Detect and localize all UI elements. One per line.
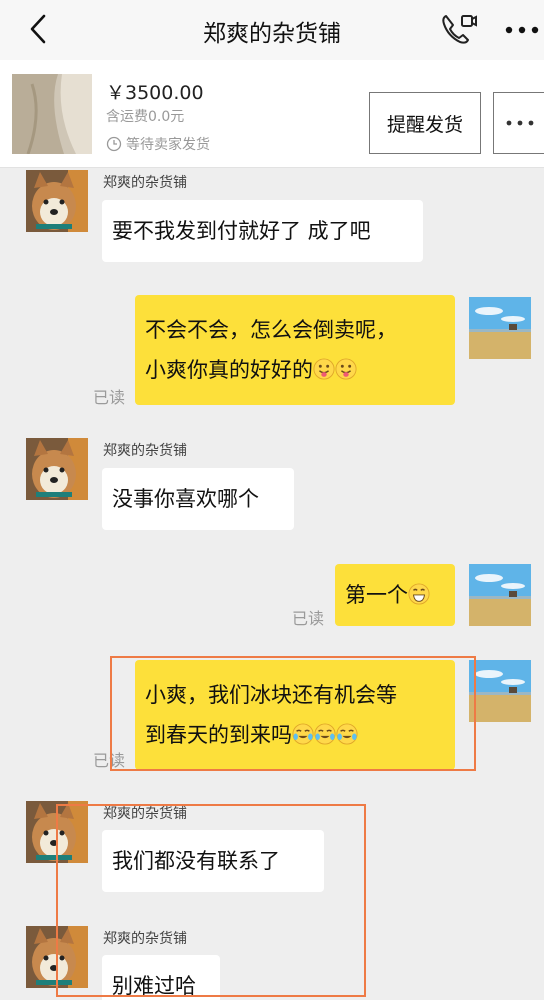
- seller-avatar[interactable]: [26, 170, 88, 232]
- remind-shipping-button[interactable]: 提醒发货: [369, 92, 481, 154]
- more-dots-icon: [506, 120, 534, 126]
- message-bubble[interactable]: 要不我发到付就好了 成了吧: [102, 200, 423, 262]
- product-thumbnail[interactable]: [12, 74, 92, 154]
- order-card[interactable]: ￥3500.00 含运费0.0元 等待卖家发货 提醒发货: [0, 60, 544, 168]
- message-line: 不会不会，怎么会倒卖呢，: [145, 318, 397, 342]
- order-status: 等待卖家发货: [106, 134, 210, 154]
- seller-avatar[interactable]: [26, 438, 88, 500]
- message-line: 小爽你真的好好的: [145, 350, 445, 390]
- message-text: 小爽你真的好好的: [145, 358, 313, 382]
- shipping-fee: 含运费0.0元: [106, 109, 185, 125]
- message-text: 第一个: [345, 583, 408, 607]
- read-receipt: 已读: [292, 609, 325, 628]
- sender-name: 郑爽的杂货铺: [103, 175, 187, 191]
- sender-name: 郑爽的杂货铺: [103, 443, 187, 459]
- highlight-box: [110, 656, 476, 771]
- highlight-box: [56, 804, 366, 997]
- tongue-emoji-icon: [313, 358, 335, 380]
- video-call-icon[interactable]: [440, 12, 478, 48]
- my-avatar[interactable]: [469, 660, 531, 722]
- message-bubble[interactable]: 不会不会，怎么会倒卖呢， 小爽你真的好好的: [135, 295, 455, 405]
- read-receipt: 已读: [93, 388, 126, 407]
- tongue-emoji-icon: [335, 358, 357, 380]
- order-more-button[interactable]: [493, 92, 544, 154]
- my-avatar[interactable]: [469, 297, 531, 359]
- more-options-icon[interactable]: [505, 26, 539, 34]
- grin-emoji-icon: [408, 583, 430, 605]
- my-avatar[interactable]: [469, 564, 531, 626]
- message-bubble[interactable]: 第一个: [335, 564, 455, 626]
- top-bar: 郑爽的杂货铺: [0, 0, 544, 60]
- order-status-text: 等待卖家发货: [126, 137, 210, 153]
- clock-icon: [106, 136, 122, 152]
- message-bubble[interactable]: 没事你喜欢哪个: [102, 468, 294, 530]
- order-price: ￥3500.00: [106, 82, 204, 104]
